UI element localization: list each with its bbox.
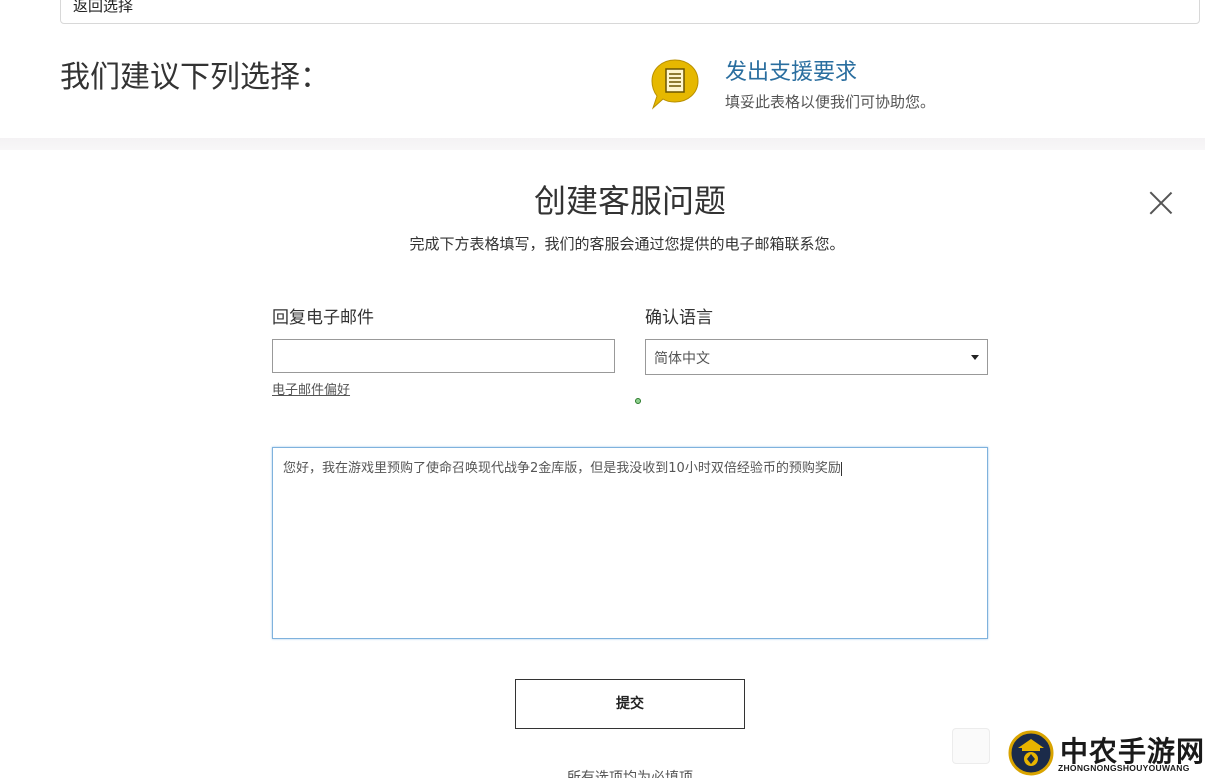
watermark-subtitle: ZHONGNONGSHOUYOUWANG xyxy=(1058,763,1190,773)
modal-subtitle: 完成下方表格填写，我们的客服会通过您提供的电子邮箱联系您。 xyxy=(409,235,845,253)
floating-button[interactable] xyxy=(952,728,990,764)
submit-button[interactable]: 提交 xyxy=(515,679,745,729)
language-selected-value: 简体中文 xyxy=(654,351,710,367)
create-ticket-modal: 创建客服问题 完成下方表格填写，我们的客服会通过您提供的电子邮箱联系您。 回复电… xyxy=(0,150,1205,778)
language-select[interactable]: 简体中文 xyxy=(645,339,988,375)
email-label: 回复电子邮件 xyxy=(272,308,374,328)
email-preferences-link[interactable]: 电子邮件偏好 xyxy=(272,379,350,398)
section-divider xyxy=(0,138,1205,150)
language-label: 确认语言 xyxy=(645,308,713,328)
back-link[interactable]: 返回选择 xyxy=(73,0,133,16)
chevron-down-icon xyxy=(971,355,979,360)
email-field[interactable] xyxy=(272,339,615,373)
suggestion-heading: 我们建议下列选择： xyxy=(60,60,330,95)
watermark: 中农手游网 ZHONGNONGSHOUYOUWANG xyxy=(1005,728,1205,778)
close-icon[interactable] xyxy=(1148,190,1174,216)
support-request-link[interactable]: 发出支援要求 xyxy=(725,54,857,86)
modal-title: 创建客服问题 xyxy=(533,182,726,220)
support-request-description: 填妥此表格以便我们可协助您。 xyxy=(725,93,936,111)
text-cursor xyxy=(840,461,842,476)
message-textarea[interactable]: 您好，我在游戏里预购了使命召唤现代战争2金库版，但是我没收到10小时双倍经验币的… xyxy=(272,447,988,639)
watermark-logo-icon xyxy=(1008,730,1054,776)
status-dot-icon xyxy=(635,398,641,404)
support-chat-icon[interactable] xyxy=(650,58,700,110)
message-text: 您好，我在游戏里预购了使命召唤现代战争2金库版，但是我没收到10小时双倍经验币的… xyxy=(283,461,841,476)
top-card: 返回选择 xyxy=(60,0,1200,24)
